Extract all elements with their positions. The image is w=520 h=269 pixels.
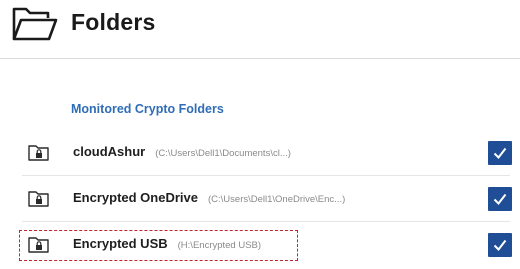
- header: Folders: [0, 0, 520, 58]
- folder-name-label: cloudAshur: [73, 144, 146, 159]
- monitor-checkbox[interactable]: [488, 233, 512, 257]
- page-title: Folders: [71, 9, 156, 35]
- monitor-checkbox[interactable]: [488, 141, 512, 165]
- checkmark-icon: [493, 147, 507, 160]
- locked-folder-icon: [28, 190, 50, 207]
- folder-name-label: Encrypted USB: [73, 236, 168, 251]
- folder-path: (C:\Users\Dell1\Documents\cl...): [155, 148, 291, 159]
- section-title: Monitored Crypto Folders: [71, 102, 224, 116]
- checkmark-icon: [493, 239, 507, 252]
- folder-name: Encrypted USB (H:\Encrypted USB): [73, 236, 261, 251]
- header-divider: [0, 58, 520, 59]
- locked-folder-icon: [28, 236, 50, 253]
- folder-name: Encrypted OneDrive (C:\Users\Dell1\OneDri…: [73, 190, 345, 205]
- folder-row: cloudAshur (C:\Users\Dell1\Documents\cl..…: [0, 130, 520, 176]
- folder-open-icon: [12, 6, 58, 42]
- monitor-checkbox[interactable]: [488, 187, 512, 211]
- folder-row: Encrypted USB (H:\Encrypted USB): [0, 222, 520, 268]
- folder-path: (C:\Users\Dell1\OneDrive\Enc...): [208, 194, 346, 205]
- checkmark-icon: [493, 193, 507, 206]
- folder-row: Encrypted OneDrive (C:\Users\Dell1\OneDri…: [0, 176, 520, 222]
- locked-folder-icon: [28, 144, 50, 161]
- folder-path: (H:\Encrypted USB): [177, 240, 262, 251]
- folder-name: cloudAshur (C:\Users\Dell1\Documents\cl..…: [73, 144, 291, 159]
- folder-name-label: Encrypted OneDrive: [73, 190, 198, 205]
